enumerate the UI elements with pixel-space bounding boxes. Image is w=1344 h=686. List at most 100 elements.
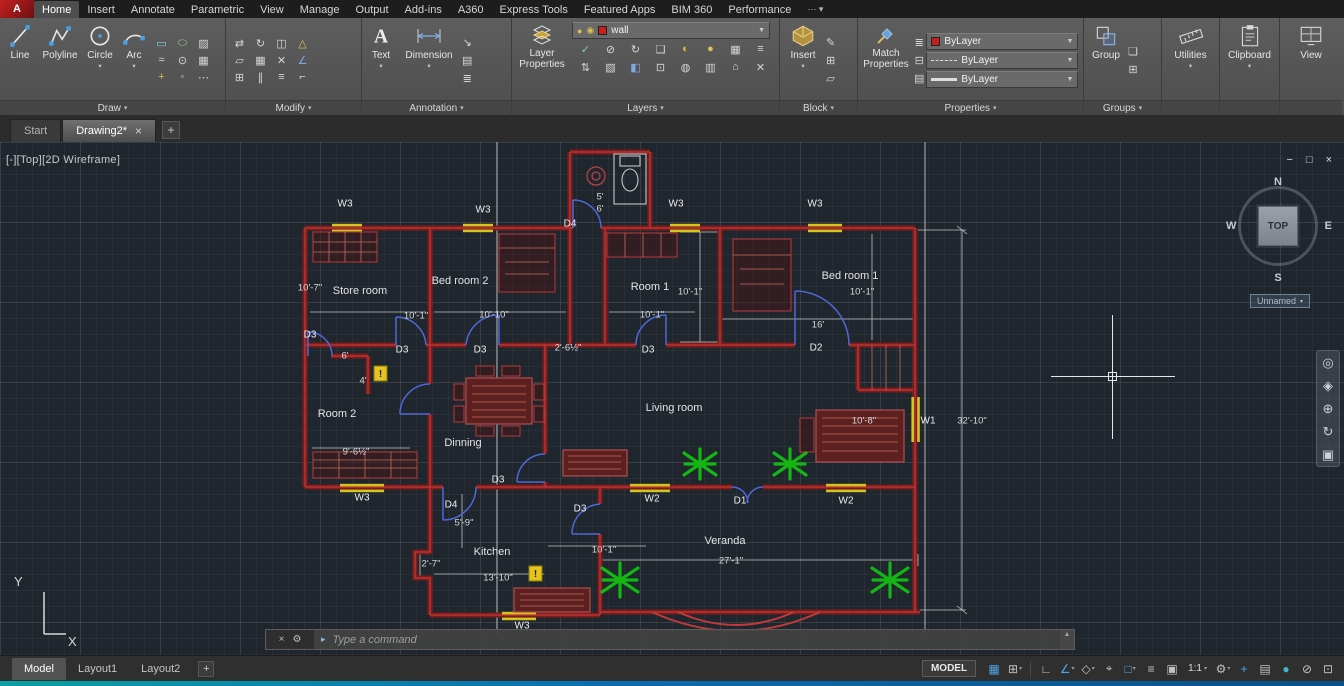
- block-edit-icon[interactable]: ✎: [826, 34, 835, 50]
- move-tool-icon[interactable]: ⇄: [230, 35, 249, 51]
- panel-title-annotation[interactable]: Annotation▾: [362, 100, 511, 115]
- ribbon-tab-annotate[interactable]: Annotate: [123, 1, 183, 18]
- ribbon-tab-insert[interactable]: Insert: [79, 1, 123, 18]
- properties-toggle-icon[interactable]: ⊟: [914, 52, 924, 68]
- minimize-icon[interactable]: −: [1286, 154, 1292, 166]
- block-create-icon[interactable]: ⊞: [826, 52, 835, 68]
- panel-title-draw[interactable]: Draw▾: [0, 100, 225, 115]
- viewcube-west[interactable]: W: [1226, 220, 1236, 232]
- explode-tool-icon[interactable]: ⊞: [230, 69, 249, 85]
- view-button[interactable]: View: [1284, 21, 1338, 99]
- layer-off-icon[interactable]: ⊘: [599, 41, 622, 57]
- layer-prev-icon[interactable]: ↻: [624, 41, 647, 57]
- circle-tool[interactable]: Circle ▾: [82, 21, 118, 99]
- dimension-tool[interactable]: Dimension ▾: [398, 21, 460, 99]
- layer-freeze-icon[interactable]: ◐: [674, 41, 697, 57]
- table-annotation-icon[interactable]: ▤: [462, 52, 472, 68]
- ribbon-tab-bim-360[interactable]: BIM 360: [663, 1, 720, 18]
- panel-title-layers[interactable]: Layers▾: [512, 100, 779, 115]
- command-input[interactable]: ▸ Type a command: [314, 630, 1060, 649]
- properties-list-icon[interactable]: ≣: [914, 34, 924, 50]
- file-tab-drawing2[interactable]: Drawing2* ×: [62, 119, 156, 142]
- polyline-tool[interactable]: Polyline: [38, 21, 82, 99]
- showmotion-icon[interactable]: ▣: [1322, 448, 1334, 461]
- text-tool[interactable]: A Text ▾: [364, 21, 398, 99]
- isolate-objects-icon[interactable]: ⊘: [1297, 659, 1317, 679]
- fillet-tool-icon[interactable]: ∠: [293, 52, 312, 68]
- clean-screen-icon[interactable]: ⊡: [1318, 659, 1338, 679]
- trim-tool-icon[interactable]: ≡: [272, 69, 291, 85]
- layout-tab-layout2[interactable]: Layout2: [129, 658, 192, 680]
- layer-state-icon[interactable]: ≡: [749, 41, 772, 57]
- ortho-mode-icon[interactable]: ∟: [1036, 659, 1056, 679]
- panel-title-modify[interactable]: Modify▾: [226, 100, 361, 115]
- tab-close-icon[interactable]: ×: [135, 124, 142, 138]
- ribbon-tab-performance[interactable]: Performance: [720, 1, 799, 18]
- model-space-toggle[interactable]: MODEL: [922, 660, 976, 677]
- command-history-scroll[interactable]: ▲: [1060, 630, 1074, 649]
- layer-dropdown[interactable]: ● ◉ wall ▼: [572, 22, 770, 39]
- zoom-icon[interactable]: ⊕: [1323, 402, 1334, 415]
- new-layout-icon[interactable]: +: [198, 661, 214, 677]
- ribbon-tab-featured-apps[interactable]: Featured Apps: [576, 1, 664, 18]
- menu-overflow-icon[interactable]: ⋯ ▾: [799, 4, 831, 15]
- match-properties-button[interactable]: Match Properties: [860, 21, 912, 99]
- scale-tool-icon[interactable]: △: [293, 35, 312, 51]
- file-tab-start[interactable]: Start: [10, 119, 61, 142]
- ribbon-tab-output[interactable]: Output: [348, 1, 397, 18]
- layer-unlock-icon[interactable]: ⊡: [649, 59, 672, 75]
- osnap-tracking-icon[interactable]: ⌖: [1099, 659, 1119, 679]
- annotation-scale[interactable]: 1:1▾: [1183, 663, 1212, 674]
- ribbon-tab-manage[interactable]: Manage: [292, 1, 348, 18]
- ribbon-tab-view[interactable]: View: [252, 1, 292, 18]
- table-tool-icon[interactable]: ▦: [194, 52, 213, 68]
- layout-tab-model[interactable]: Model: [12, 658, 66, 680]
- stretch-tool-icon[interactable]: ▱: [230, 52, 249, 68]
- workspace-switching-icon[interactable]: ⚙▾: [1213, 659, 1233, 679]
- properties-panel-icon[interactable]: ▤: [914, 70, 924, 86]
- hatch-tool-icon[interactable]: ▨: [194, 35, 213, 51]
- restore-icon[interactable]: □: [1306, 154, 1313, 166]
- panel-title-properties[interactable]: Properties▾: [858, 100, 1083, 115]
- layer-fade-icon[interactable]: ◍: [674, 59, 697, 75]
- layer-lightbulb-icon[interactable]: ●: [699, 41, 722, 57]
- annotation-monitor-icon[interactable]: +: [1234, 659, 1254, 679]
- ribbon-tab-express-tools[interactable]: Express Tools: [492, 1, 576, 18]
- navigation-wheel-icon[interactable]: ◎: [1322, 356, 1333, 369]
- command-customize-icon[interactable]: ⚙: [292, 634, 301, 645]
- group-button[interactable]: Group: [1086, 21, 1126, 99]
- rectangle-tool-icon[interactable]: ▭: [152, 35, 171, 51]
- ellipse-tool-icon[interactable]: ⬭: [173, 35, 192, 51]
- grid-display-icon[interactable]: ▦: [984, 659, 1004, 679]
- object-snap-icon[interactable]: □▾: [1120, 659, 1140, 679]
- viewcube-north[interactable]: N: [1274, 176, 1282, 188]
- leader-tool-icon[interactable]: ↘: [462, 34, 472, 50]
- command-close-icon[interactable]: ×: [279, 634, 285, 645]
- pan-icon[interactable]: ◈: [1323, 379, 1333, 392]
- layer-current-icon[interactable]: ⌂: [724, 59, 747, 75]
- ribbon-tab-parametric[interactable]: Parametric: [183, 1, 252, 18]
- layer-match-icon[interactable]: ✓: [574, 41, 597, 57]
- more-draw-icon[interactable]: ⋯: [194, 69, 213, 85]
- command-line[interactable]: × ⚙ ▸ Type a command ▲: [265, 629, 1075, 650]
- region-tool-icon[interactable]: ◦: [173, 69, 192, 85]
- layout-tab-layout1[interactable]: Layout1: [66, 658, 129, 680]
- layer-isolate-icon[interactable]: ❏: [649, 41, 672, 57]
- rotate-tool-icon[interactable]: ↻: [251, 35, 270, 51]
- viewcube-east[interactable]: E: [1325, 220, 1332, 232]
- view-name-dropdown[interactable]: Unnamed▾: [1250, 294, 1310, 308]
- panel-title-clipboard[interactable]: [1220, 100, 1279, 115]
- group-edit-icon[interactable]: ⊞: [1128, 61, 1138, 77]
- extend-tool-icon[interactable]: ⌐: [293, 69, 312, 85]
- layer-walk-icon[interactable]: ▦: [724, 41, 747, 57]
- autocad-logo[interactable]: A: [0, 0, 34, 18]
- snap-mode-icon[interactable]: ⊞▾: [1005, 659, 1025, 679]
- erase-tool-icon[interactable]: ✕: [272, 52, 291, 68]
- clipboard-button[interactable]: Clipboard ▾: [1223, 21, 1277, 99]
- polar-tracking-icon[interactable]: ∠▾: [1057, 659, 1077, 679]
- ribbon-tab-add-ins[interactable]: Add-ins: [397, 1, 450, 18]
- viewcube-top-face[interactable]: TOP: [1258, 206, 1298, 246]
- panel-title-groups[interactable]: Groups▾: [1084, 100, 1161, 115]
- insert-block-button[interactable]: Insert ▾: [782, 21, 824, 99]
- ribbon-tab-home[interactable]: Home: [34, 1, 79, 18]
